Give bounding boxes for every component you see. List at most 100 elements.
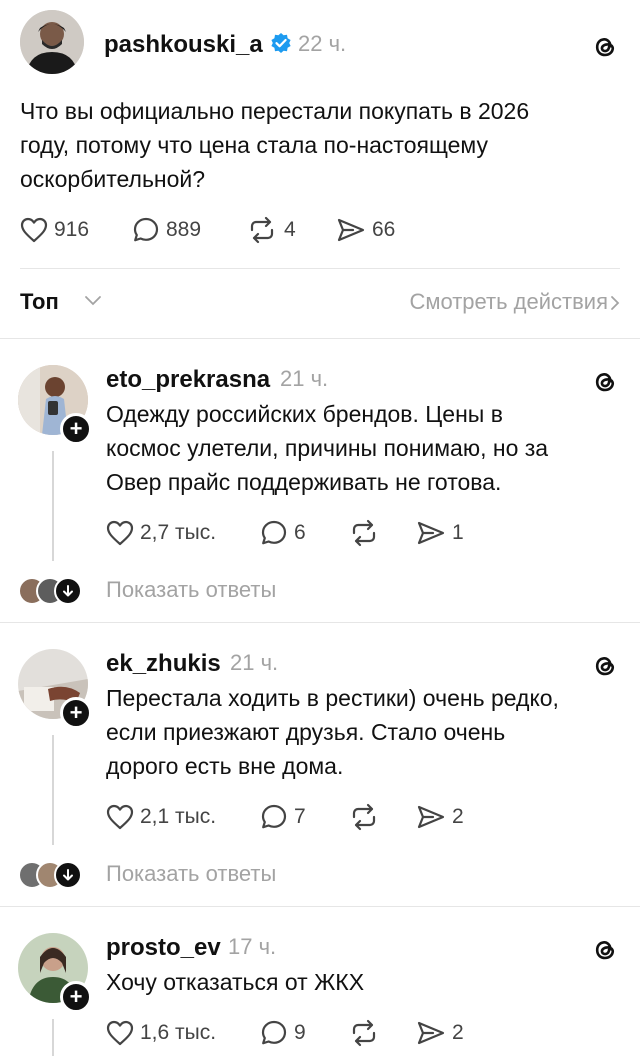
reply-actions: 2,1 тыс. 7 2 [106, 801, 464, 833]
thread-line [52, 1019, 54, 1056]
comment-icon [260, 519, 288, 547]
reply-avatars [18, 577, 88, 605]
follow-button[interactable]: + [60, 981, 92, 1013]
repost-button[interactable] [348, 803, 416, 831]
view-activity-link[interactable]: Смотреть действия [409, 289, 608, 315]
send-icon [416, 520, 446, 546]
show-replies-link[interactable]: Показать ответы [106, 577, 276, 603]
repost-icon [246, 216, 278, 244]
repost-count: 4 [284, 218, 296, 241]
send-icon [416, 804, 446, 830]
reply-text-line: космос улетели, причины понимаю, но за [106, 435, 549, 461]
chevron-down-icon[interactable] [84, 295, 102, 307]
reply-text: Перестала ходить в рестики) очень редко,… [106, 681, 559, 783]
reply-count: 6 [294, 521, 306, 544]
reply-text-line: Овер прайс поддерживать не готова. [106, 469, 502, 495]
arrow-down-icon [54, 577, 82, 605]
heart-icon [106, 520, 134, 546]
reply-text: Хочу отказаться от ЖКХ [106, 965, 364, 999]
send-icon [416, 1020, 446, 1046]
reply-text-line: если приезжают друзья. Стало очень [106, 719, 506, 745]
post-text-line: оскорбительной? [20, 166, 206, 192]
reply-time: 21 ч. [280, 366, 329, 391]
username[interactable]: eto_prekrasna [106, 366, 270, 394]
reply-text-line: дорого есть вне дома. [106, 753, 344, 779]
send-icon [336, 217, 366, 243]
threads-logo-icon[interactable] [590, 651, 620, 681]
post-time: 22 ч. [298, 31, 347, 56]
like-button[interactable]: 2,7 тыс. [106, 520, 260, 546]
repost-icon [348, 1019, 380, 1047]
reply-button[interactable]: 7 [260, 803, 348, 831]
threads-logo-icon[interactable] [590, 367, 620, 397]
username[interactable]: ek_zhukis [106, 650, 221, 678]
share-button[interactable]: 66 [336, 217, 395, 243]
share-count: 66 [372, 218, 396, 241]
username[interactable]: prosto_ev [106, 934, 221, 962]
repost-icon [348, 803, 380, 831]
share-count: 2 [452, 805, 464, 828]
sort-dropdown[interactable]: Топ [20, 289, 59, 315]
show-replies-row[interactable]: Показать ответы [0, 571, 640, 611]
threads-logo-icon[interactable] [590, 935, 620, 965]
repost-icon [348, 519, 380, 547]
reply-text-line: Хочу отказаться от ЖКХ [106, 969, 365, 995]
comment-icon [260, 803, 288, 831]
repost-button[interactable] [348, 1019, 416, 1047]
reply-button[interactable]: 9 [260, 1019, 348, 1047]
reply-item: + ek_zhukis 21 ч. Перестала ходить в рес… [0, 623, 640, 907]
like-button[interactable]: 1,6 тыс. [106, 1020, 260, 1046]
share-button[interactable]: 1 [416, 520, 464, 546]
reply-time: 17 ч. [228, 934, 277, 959]
reply-text-line: Перестала ходить в рестики) очень редко, [106, 685, 559, 711]
reply-item: + prosto_ev 17 ч. Хочу отказаться от ЖКХ… [0, 907, 640, 1056]
like-count: 916 [54, 218, 90, 241]
main-post: pashkouski_a 22 ч. Что вы официально пер… [0, 0, 640, 268]
share-button[interactable]: 2 [416, 804, 464, 830]
share-count: 1 [452, 521, 464, 544]
reply-count: 9 [294, 1021, 306, 1044]
like-button[interactable]: 916 [20, 217, 132, 243]
thread-line [52, 451, 54, 561]
show-replies-row[interactable]: Показать ответы [0, 855, 640, 895]
share-button[interactable]: 2 [416, 1020, 464, 1046]
repost-button[interactable]: 4 [246, 216, 336, 244]
divider [20, 268, 620, 269]
heart-icon [106, 804, 134, 830]
heart-icon [20, 217, 48, 243]
post-text-line: Что вы официально перестали покупать в 2… [20, 98, 530, 124]
post-text: Что вы официально перестали покупать в 2… [20, 94, 529, 196]
comment-icon [260, 1019, 288, 1047]
username[interactable]: pashkouski_a [104, 31, 263, 59]
sort-bar: Топ Смотреть действия [20, 282, 620, 324]
avatar[interactable] [20, 10, 84, 74]
like-count: 2,1 тыс. [140, 805, 217, 828]
post-actions: 916 889 4 66 [20, 214, 395, 246]
reply-actions: 1,6 тыс. 9 2 [106, 1017, 464, 1049]
follow-button[interactable]: + [60, 697, 92, 729]
reply-actions: 2,7 тыс. 6 1 [106, 517, 464, 549]
thread-line [52, 735, 54, 845]
reply-avatars [18, 861, 88, 889]
show-replies-link[interactable]: Показать ответы [106, 861, 276, 887]
like-count: 1,6 тыс. [140, 1021, 217, 1044]
repost-button[interactable] [348, 519, 416, 547]
reply-text-line: Одежду российских брендов. Цены в [106, 401, 503, 427]
comment-icon [132, 216, 160, 244]
share-count: 2 [452, 1021, 464, 1044]
post-text-line: году, потому что цена стала по-настоящем… [20, 132, 488, 158]
like-button[interactable]: 2,1 тыс. [106, 804, 260, 830]
reply-button[interactable]: 889 [132, 216, 246, 244]
reply-count: 889 [166, 218, 202, 241]
verified-badge-icon [270, 32, 292, 54]
like-count: 2,7 тыс. [140, 521, 217, 544]
arrow-down-icon [54, 861, 82, 889]
heart-icon [106, 1020, 134, 1046]
chevron-right-icon[interactable] [610, 295, 620, 311]
reply-item: + eto_prekrasna 21 ч. Одежду российских … [0, 339, 640, 623]
reply-text: Одежду российских брендов. Цены в космос… [106, 397, 548, 499]
reply-button[interactable]: 6 [260, 519, 348, 547]
follow-button[interactable]: + [60, 413, 92, 445]
reply-count: 7 [294, 805, 306, 828]
threads-logo-icon[interactable] [590, 32, 620, 62]
